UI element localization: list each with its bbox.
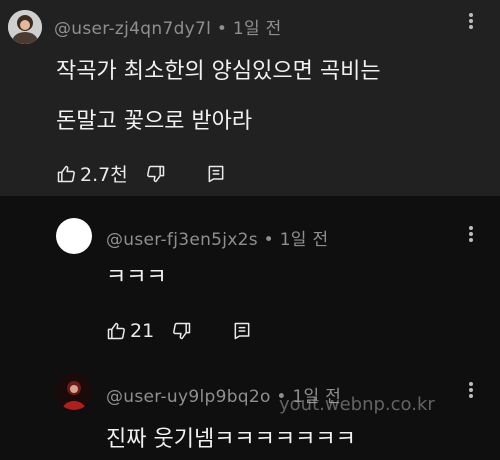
top-comment: @user-zj4qn7dy7l • 1일 전 작곡가 최소한의 양심있으면 곡…: [0, 0, 500, 196]
watermark: yout.webnp.co.kr: [279, 394, 435, 415]
thumb-down-icon[interactable]: [146, 164, 166, 184]
avatar[interactable]: [8, 10, 42, 44]
reply-text: ㅋㅋㅋ: [106, 265, 167, 290]
avatar[interactable]: [56, 374, 92, 410]
thumb-up-icon[interactable]: [56, 164, 76, 184]
like-count: 2.7천: [80, 164, 128, 186]
avatar[interactable]: [56, 218, 92, 254]
reply-icon[interactable]: [206, 164, 226, 184]
comment-actions: 2.7천: [56, 160, 226, 187]
reply-text: 진짜 웃기넴ㅋㅋㅋㅋㅋㅋㅋ: [106, 427, 356, 452]
like-count: 21: [130, 320, 155, 342]
comment-text-line-2: 돈말고 꽃으로 받아라: [56, 109, 253, 134]
comment-author-meta[interactable]: @user-zj4qn7dy7l • 1일 전: [54, 14, 282, 39]
reply-actions: 21: [106, 320, 252, 342]
more-vert-icon[interactable]: [469, 224, 475, 244]
avatar-image: [56, 374, 92, 410]
comment-text-line-1: 작곡가 최소한의 양심있으면 곡비는: [56, 59, 381, 84]
replies-section: @user-fj3en5jx2s • 1일 전 ㅋㅋㅋ 21 @user-uy9…: [0, 196, 500, 458]
avatar-image: [8, 10, 42, 44]
more-vert-icon[interactable]: [469, 380, 475, 400]
reply-icon[interactable]: [232, 321, 252, 341]
reply-author-meta[interactable]: @user-fj3en5jx2s • 1일 전: [106, 225, 328, 250]
more-vert-icon[interactable]: [469, 11, 475, 31]
thumb-down-icon[interactable]: [172, 321, 192, 341]
thumb-up-icon[interactable]: [106, 321, 126, 341]
